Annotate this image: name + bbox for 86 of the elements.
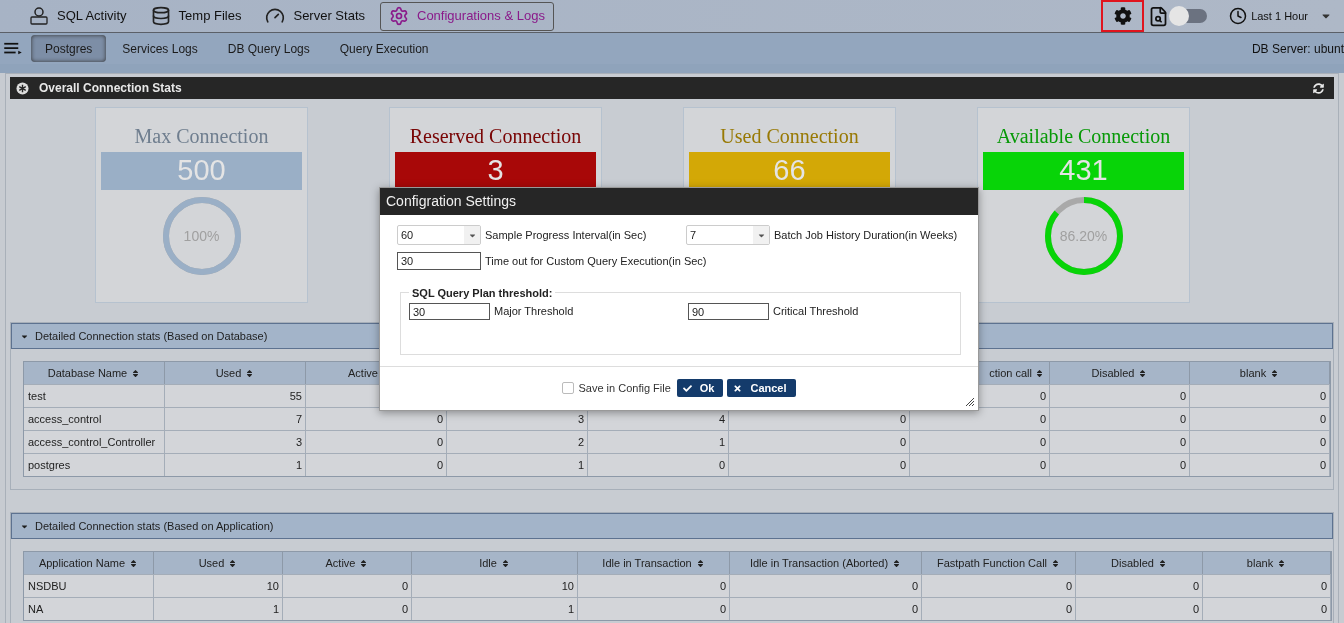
sub-tab[interactable]: Services Logs bbox=[108, 35, 212, 62]
table-cell-text: 0 bbox=[436, 411, 443, 427]
table-cell-text: 0 bbox=[1179, 388, 1186, 404]
input-field[interactable]: 90 bbox=[688, 303, 769, 320]
table-cell-text: 0 bbox=[911, 578, 918, 594]
table-cell-text: 0 bbox=[1192, 601, 1199, 617]
table-cell-text: 0 bbox=[899, 411, 906, 427]
ok-button[interactable]: Ok bbox=[676, 379, 724, 397]
percent-label: 100% bbox=[183, 228, 220, 244]
sub-tab[interactable]: Postgres bbox=[31, 35, 107, 62]
nav-tab[interactable]: SQL Activity bbox=[20, 1, 136, 31]
table-cell-text: access_control bbox=[28, 411, 102, 427]
table-cell-text: 10 bbox=[266, 578, 279, 594]
table-cell-text: 10 bbox=[561, 578, 574, 594]
section-header[interactable]: Detailed Connection stats (Based on Application) bbox=[11, 513, 1333, 539]
table-cell-text: 0 bbox=[1319, 457, 1326, 473]
table-cell-text: NA bbox=[28, 601, 44, 617]
card-title: Available Connection bbox=[995, 124, 1172, 148]
table-cell-text: 0 bbox=[401, 601, 408, 617]
value-bar: 66 bbox=[689, 152, 890, 190]
table-cell-text: 1 bbox=[567, 601, 574, 617]
card-title: Used Connection bbox=[719, 124, 860, 148]
table-cell-text: access_control_Controller bbox=[28, 434, 156, 450]
field-label: Critical Threshold bbox=[773, 304, 859, 320]
table-cell-text: 0 bbox=[436, 457, 443, 473]
table-cell-text: 0 bbox=[899, 457, 906, 473]
sub-tab[interactable]: Query Execution bbox=[325, 35, 443, 62]
panel-title: Overall Connection Stats bbox=[39, 80, 182, 97]
percent-label: 86.20% bbox=[1059, 228, 1108, 244]
time-range-label[interactable]: Last 1 Hour bbox=[1251, 7, 1308, 25]
db-server-label: DB Server: ubunt bbox=[1251, 40, 1344, 58]
table-cell-text: 0 bbox=[401, 578, 408, 594]
table-cell-text: 0 bbox=[1039, 411, 1046, 427]
table-cell-text: 1 bbox=[577, 457, 584, 473]
table-cell-text: 0 bbox=[1192, 578, 1199, 594]
sub-tab[interactable]: DB Query Logs bbox=[213, 35, 324, 62]
table-cell-text: 3 bbox=[577, 411, 584, 427]
table-cell-text: 4 bbox=[718, 411, 725, 427]
table-cell-text: 0 bbox=[436, 434, 443, 450]
table-cell-text: 0 bbox=[1039, 434, 1046, 450]
table-cell-text: 1 bbox=[718, 434, 725, 450]
table-cell-text: 55 bbox=[289, 388, 302, 404]
dialog-title: Configration Settings bbox=[380, 188, 978, 215]
table-cell-text: 0 bbox=[1320, 601, 1327, 617]
select-field[interactable]: 60 bbox=[397, 225, 481, 245]
field-label: Batch Job History Duration(in Weeks) bbox=[774, 227, 958, 243]
table-cell-text: postgres bbox=[28, 457, 71, 473]
table-cell-text: 0 bbox=[719, 578, 726, 594]
table-cell-text: 0 bbox=[719, 601, 726, 617]
table-cell-text: 3 bbox=[295, 434, 302, 450]
nav-tab[interactable]: Server Stats bbox=[256, 1, 374, 31]
value-bar: 3 bbox=[395, 152, 596, 190]
table-cell-text: 0 bbox=[1065, 578, 1072, 594]
input-field[interactable]: 30 bbox=[397, 252, 481, 270]
table-cell-text: 0 bbox=[1179, 457, 1186, 473]
table-cell-text: 0 bbox=[1319, 411, 1326, 427]
table-cell-text: 1 bbox=[295, 457, 302, 473]
table-cell-text: 0 bbox=[1065, 601, 1072, 617]
card-title: Max Connection bbox=[133, 124, 270, 148]
input-field[interactable]: 30 bbox=[409, 303, 490, 320]
table-cell-text: 0 bbox=[1179, 411, 1186, 427]
table-cell-text: 0 bbox=[1179, 434, 1186, 450]
table-cell-text: test bbox=[28, 388, 46, 404]
table-cell-text: 0 bbox=[1319, 434, 1326, 450]
table-cell-text: 7 bbox=[295, 411, 302, 427]
table-cell-text: 0 bbox=[1319, 388, 1326, 404]
nav-tab[interactable]: Temp Files bbox=[141, 1, 251, 31]
table-cell-text: 1 bbox=[272, 601, 279, 617]
field-label: Sample Progress Interval(in Sec) bbox=[485, 227, 647, 243]
table-cell-text: 0 bbox=[1039, 457, 1046, 473]
table-cell-text: 0 bbox=[1320, 578, 1327, 594]
nav-tab[interactable]: Configurations & Logs bbox=[380, 1, 554, 31]
table-cell-text: 0 bbox=[911, 601, 918, 617]
table-cell-text: 0 bbox=[1039, 388, 1046, 404]
field-label: Major Threshold bbox=[494, 304, 574, 320]
select-field[interactable]: 7 bbox=[686, 225, 770, 245]
cancel-button[interactable]: Cancel bbox=[727, 379, 796, 397]
table-cell-text: 2 bbox=[577, 434, 584, 450]
table-cell-text: 0 bbox=[718, 457, 725, 473]
value-bar: 431 bbox=[983, 152, 1184, 190]
field-label: Time out for Custom Query Execution(in Sec) bbox=[485, 253, 707, 269]
checkbox-label: Save in Config File bbox=[578, 380, 671, 396]
table-cell-text: NSDBU bbox=[28, 578, 67, 594]
value-bar: 500 bbox=[101, 152, 302, 190]
card-title: Reserved Connection bbox=[408, 124, 583, 148]
table-cell-text: 0 bbox=[899, 434, 906, 450]
